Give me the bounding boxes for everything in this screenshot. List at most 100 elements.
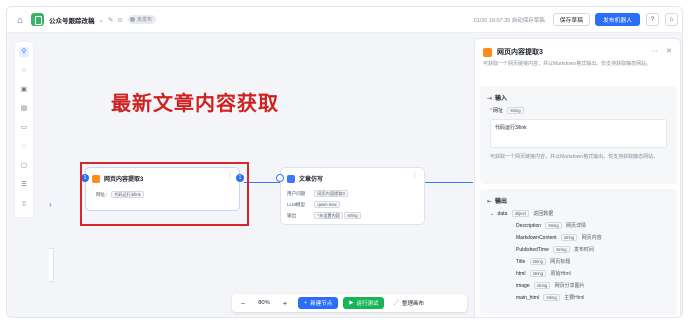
run-test-button[interactable]: ▶ 运行测试 <box>343 297 385 309</box>
field-desc: 网页标题 <box>550 259 571 265</box>
panel-controls: ⋯ ✕ <box>651 47 672 55</box>
chevron-down-icon[interactable]: ⌄ <box>99 16 104 24</box>
panel-header: 网页内容提取3 <box>483 47 543 57</box>
zoom-in-icon[interactable]: + <box>278 299 292 308</box>
edge-write-out[interactable] <box>425 182 473 184</box>
url-label-text: 网址 <box>492 108 503 114</box>
field-name: image <box>516 283 530 289</box>
input-icon: ⇥ <box>487 96 493 102</box>
field-name: PublishedTime <box>516 247 549 253</box>
field-type: string <box>545 222 562 230</box>
zoom-out-icon[interactable]: − <box>236 299 250 308</box>
node-header: 文章仿写 <box>287 174 323 183</box>
app-title: 公众号跟踪改稿 <box>49 17 95 25</box>
node-article-rewrite[interactable]: 文章仿写 ⋮ 用户问题 网页内容提取3 LLM模型 qwen-max 输出 *未… <box>280 167 425 225</box>
output-field-row: MarkdownContent string 网页内容 <box>516 234 602 242</box>
publish-bot-button[interactable]: 发布机器人 <box>595 13 640 26</box>
arrange-canvas-button[interactable]: ⋰ 整理画布 <box>389 297 428 309</box>
row-label: LLM模型 <box>287 201 306 207</box>
output-field-row: html string 原始Html <box>516 270 571 278</box>
row-value: 网页内容提取3 <box>314 190 348 197</box>
play-icon: ▶ <box>349 300 354 306</box>
field-type: string <box>534 282 551 290</box>
run-test-label: 运行测试 <box>356 301 379 307</box>
url-field-type: string <box>507 107 524 115</box>
top-bar: ⌂ 公众号跟踪改稿 ⌄ ✎ ⊙ 未发布 01/20 16:07:35 自动保存草… <box>7 7 682 33</box>
input-port[interactable] <box>276 174 284 182</box>
node-config-panel: 网页内容提取3 ⋯ ✕ 可获取一个网页链接内容，并以Markdown格式输出。仅… <box>474 38 681 317</box>
field-name: Title <box>516 259 526 265</box>
output-field-row: Description string 网页详情 <box>516 222 587 230</box>
row-type: string <box>344 212 361 219</box>
field-desc: 网页详情 <box>566 223 587 229</box>
chevron-down-icon[interactable]: ⌄ <box>490 211 494 217</box>
output-root-row[interactable]: ⌄ data object 返回数据 <box>490 210 554 218</box>
more-icon[interactable]: ⋮ <box>412 172 418 179</box>
row-value: *未设置内容 <box>314 212 343 219</box>
publish-status-label: 未发布 <box>136 17 152 23</box>
add-node-button[interactable]: + 新建节点 <box>298 297 339 309</box>
field-name: data <box>497 211 508 217</box>
input-help-text: 可获取一个网页链接内容，并以Markdown格式输出。仅支持获取静态网站。 <box>490 154 659 160</box>
url-field-label: *网址 string <box>490 107 524 115</box>
row-label: 用户问题 <box>287 190 306 196</box>
field-name: html <box>516 271 526 277</box>
autosave-status: 01/20 16:07:35 自动保存草稿 <box>473 17 545 24</box>
zoom-level: 80% <box>258 300 270 306</box>
canvas-annotation: 最新文章内容获取 <box>111 91 279 115</box>
field-type: string <box>529 258 546 266</box>
field-type: string <box>543 294 560 302</box>
more-icon[interactable]: ⋯ <box>651 48 658 55</box>
image-icon[interactable]: ▣ <box>19 85 29 95</box>
lock-icon[interactable]: ⌂ <box>665 13 678 26</box>
canvas-toolbar: − 80% + + 新建节点 ▶ 运行测试 ⋰ 整理画布 <box>232 294 467 312</box>
chat-icon[interactable]: ○ <box>19 66 29 76</box>
list-icon[interactable]: ☰ <box>19 180 29 190</box>
row-value: qwen-max <box>314 201 340 208</box>
collapsed-node-stub[interactable] <box>49 248 54 282</box>
book-icon[interactable]: ▤ <box>19 104 29 114</box>
comment-icon[interactable]: ◌ <box>19 142 29 152</box>
panel-title: 网页内容提取3 <box>497 49 543 56</box>
node-row: LLM模型 qwen-max <box>287 201 340 208</box>
output-icon: ⇤ <box>487 199 493 205</box>
field-desc: 主要Html <box>564 295 585 301</box>
edge-fetch-to-write[interactable] <box>244 182 280 184</box>
field-name: main_html <box>516 295 540 301</box>
url-input[interactable]: 代码运行3/link <box>490 119 667 148</box>
folder-icon[interactable]: ▭ <box>19 123 29 133</box>
plus-icon: + <box>304 300 308 306</box>
arrange-icon: ⋰ <box>393 300 399 306</box>
edit-icon[interactable]: ✎ <box>108 16 113 24</box>
field-type: string <box>553 246 570 254</box>
field-type: string <box>560 234 578 242</box>
node-title: 文章仿写 <box>299 177 324 183</box>
field-desc: 网页分享图片 <box>554 283 585 289</box>
output-field-row: Title string 网页标题 <box>516 258 571 266</box>
history-icon[interactable]: ⊙ <box>117 16 122 24</box>
close-icon[interactable]: ✕ <box>666 48 672 55</box>
help-icon[interactable]: ? <box>646 13 659 26</box>
field-type: object <box>511 210 529 218</box>
input-section-title: ⇥ 输入 <box>487 93 507 102</box>
home-icon[interactable]: ⌂ <box>15 15 25 25</box>
field-desc: 原始Html <box>550 271 571 277</box>
output-title-text: 输出 <box>495 199 508 205</box>
field-desc: 发布时间 <box>573 247 594 253</box>
field-type: string <box>529 270 547 278</box>
document-icon[interactable]: ▯ <box>19 199 29 209</box>
field-desc: 返回数据 <box>533 211 554 217</box>
output-section: ⇤ 输出 ⌄ data object 返回数据 Description strin… <box>480 189 677 315</box>
field-name: MarkdownContent <box>516 235 557 241</box>
monitor-icon[interactable]: ▢ <box>19 161 29 171</box>
incoming-arrow-icon: › <box>49 200 52 209</box>
node-library-icon[interactable]: ⚲ <box>19 47 29 57</box>
panel-description: 可获取一个网页链接内容，并以Markdown格式输出。仅支持获取静态网站。 <box>483 61 652 67</box>
save-draft-button[interactable]: 保存草稿 <box>552 13 590 26</box>
input-section: ⇥ 输入 *网址 string 代码运行3/link 可获取一个网页链接内容，并以… <box>480 86 677 184</box>
left-toolbar: ⚲ ○ ▣ ▤ ▭ ◌ ▢ ☰ ▯ <box>15 42 33 217</box>
output-field-row: main_html string 主要Html <box>516 294 585 302</box>
add-node-label: 新建节点 <box>310 301 333 307</box>
web-fetch-icon <box>483 47 492 57</box>
input-title-text: 输入 <box>495 96 508 102</box>
